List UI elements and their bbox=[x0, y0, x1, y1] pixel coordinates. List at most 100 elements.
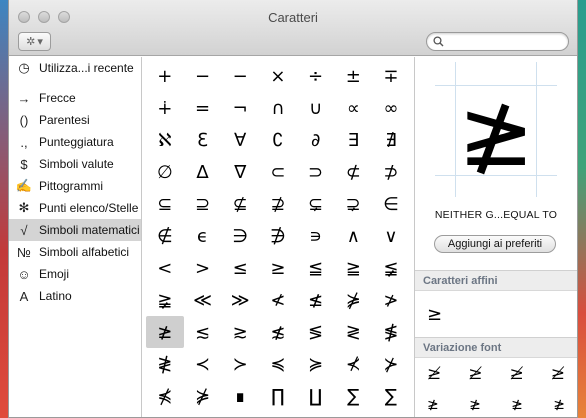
sidebar-item[interactable]: ✻ Punti elenco/Stelle bbox=[9, 197, 141, 219]
action-menu-button[interactable]: ✲ ▾ bbox=[18, 32, 51, 51]
sidebar-item[interactable]: ☺ Emoji bbox=[9, 263, 141, 285]
character-cell[interactable]: ⊈ bbox=[221, 188, 259, 220]
character-cell[interactable]: > bbox=[184, 252, 222, 284]
character-cell[interactable]: ∝ bbox=[334, 92, 372, 124]
character-cell[interactable]: ≨ bbox=[372, 252, 410, 284]
character-cell[interactable]: ∏ bbox=[259, 380, 297, 412]
character-cell[interactable]: ≲ bbox=[184, 316, 222, 348]
character-cell[interactable]: ≮ bbox=[259, 284, 297, 316]
character-cell[interactable]: ⋡ bbox=[184, 380, 222, 412]
character-cell[interactable]: = bbox=[184, 92, 222, 124]
character-cell[interactable]: − bbox=[221, 60, 259, 92]
character-cell[interactable]: ∨ bbox=[372, 220, 410, 252]
character-cell[interactable]: ∃ bbox=[334, 124, 372, 156]
character-cell[interactable]: ≧ bbox=[334, 252, 372, 284]
character-cell[interactable]: ⊉ bbox=[259, 188, 297, 220]
character-cell[interactable]: ≱ bbox=[146, 316, 184, 348]
sidebar-item[interactable]: √ Simboli matematici bbox=[9, 219, 141, 241]
character-cell[interactable]: ≼ bbox=[259, 348, 297, 380]
character-cell[interactable]: ≫ bbox=[221, 284, 259, 316]
related-character[interactable]: ≥ bbox=[427, 304, 442, 325]
character-cell[interactable]: ≻ bbox=[221, 348, 259, 380]
character-cell[interactable]: ∄ bbox=[372, 124, 410, 156]
character-cell[interactable]: ≽ bbox=[297, 348, 335, 380]
character-cell[interactable]: ⊃ bbox=[297, 156, 335, 188]
character-cell[interactable]: ∔ bbox=[146, 92, 184, 124]
character-cell[interactable]: ≯ bbox=[372, 284, 410, 316]
font-variation-glyph[interactable]: ≱ bbox=[510, 364, 524, 384]
sidebar-item[interactable]: → Frecce bbox=[9, 87, 141, 109]
character-cell[interactable]: ≷ bbox=[334, 316, 372, 348]
font-variation-glyph[interactable]: ≱ bbox=[551, 364, 565, 384]
character-cell[interactable]: ⊆ bbox=[146, 188, 184, 220]
character-cell[interactable]: ≹ bbox=[146, 348, 184, 380]
sidebar-item[interactable]: ., Punteggiatura bbox=[9, 131, 141, 153]
character-cell[interactable]: ∉ bbox=[146, 220, 184, 252]
character-cell[interactable]: − bbox=[184, 60, 222, 92]
sidebar-item[interactable]: № Simboli alfabetici bbox=[9, 241, 141, 263]
character-cell[interactable]: ∩ bbox=[259, 92, 297, 124]
font-variation-glyph[interactable]: ≱ bbox=[468, 364, 482, 384]
character-cell[interactable]: ≰ bbox=[297, 284, 335, 316]
character-cell[interactable]: ⋡ bbox=[334, 284, 372, 316]
character-cell[interactable]: ≺ bbox=[184, 348, 222, 380]
character-cell[interactable]: ≪ bbox=[184, 284, 222, 316]
font-variation-glyph[interactable]: ≱ bbox=[511, 397, 523, 413]
character-cell[interactable]: ∞ bbox=[372, 92, 410, 124]
character-cell[interactable]: ≩ bbox=[146, 284, 184, 316]
character-cell[interactable]: ℇ bbox=[184, 124, 222, 156]
character-cell[interactable]: ⊋ bbox=[334, 188, 372, 220]
character-cell[interactable]: ÷ bbox=[297, 60, 335, 92]
character-cell[interactable]: ∓ bbox=[372, 60, 410, 92]
character-cell[interactable]: ⊀ bbox=[334, 348, 372, 380]
character-cell[interactable]: × bbox=[259, 60, 297, 92]
sidebar-item[interactable]: () Parentesi bbox=[9, 109, 141, 131]
character-cell[interactable]: ∪ bbox=[297, 92, 335, 124]
font-variation-glyph[interactable]: ≱ bbox=[427, 397, 439, 413]
character-cell[interactable]: ∆ bbox=[184, 156, 222, 188]
character-cell[interactable]: ⊅ bbox=[372, 156, 410, 188]
character-cell[interactable]: ∅ bbox=[146, 156, 184, 188]
character-cell[interactable]: ∐ bbox=[297, 380, 335, 412]
character-cell[interactable]: ≤ bbox=[221, 252, 259, 284]
character-cell[interactable]: ∇ bbox=[221, 156, 259, 188]
character-cell[interactable]: ≳ bbox=[221, 316, 259, 348]
character-cell[interactable]: ∂ bbox=[297, 124, 335, 156]
sidebar-item[interactable]: ◷ Utilizza...i recente bbox=[9, 57, 141, 79]
character-cell[interactable]: ≥ bbox=[259, 252, 297, 284]
character-cell[interactable]: ∋ bbox=[221, 220, 259, 252]
character-cell[interactable]: ⋠ bbox=[146, 380, 184, 412]
character-cell[interactable]: ⊇ bbox=[184, 188, 222, 220]
font-variation-glyph[interactable]: ≱ bbox=[427, 364, 441, 384]
character-cell[interactable]: ⊁ bbox=[372, 348, 410, 380]
character-cell[interactable]: ∀ bbox=[221, 124, 259, 156]
character-cell[interactable]: ∧ bbox=[334, 220, 372, 252]
character-cell[interactable]: ⊄ bbox=[334, 156, 372, 188]
font-variation-glyph[interactable]: ≱ bbox=[469, 397, 481, 413]
character-cell[interactable]: ± bbox=[334, 60, 372, 92]
character-cell[interactable]: ∁ bbox=[259, 124, 297, 156]
sidebar-item[interactable]: $ Simboli valute bbox=[9, 153, 141, 175]
character-cell[interactable]: ∈ bbox=[372, 188, 410, 220]
character-cell[interactable]: ∑ bbox=[334, 380, 372, 412]
character-cell[interactable]: ℵ bbox=[146, 124, 184, 156]
character-cell[interactable]: ϵ bbox=[184, 220, 222, 252]
character-cell[interactable]: ⊊ bbox=[297, 188, 335, 220]
character-cell[interactable]: ∍ bbox=[297, 220, 335, 252]
character-cell[interactable]: ¬ bbox=[221, 92, 259, 124]
character-cell[interactable]: ∎ bbox=[221, 380, 259, 412]
character-cell[interactable]: ≦ bbox=[297, 252, 335, 284]
character-cell[interactable]: ≸ bbox=[372, 316, 410, 348]
font-variation-glyph[interactable]: ≱ bbox=[553, 397, 565, 413]
character-cell[interactable]: ≴ bbox=[259, 316, 297, 348]
sidebar-item[interactable]: ✍ Pittogrammi bbox=[9, 175, 141, 197]
sidebar-item[interactable]: A Latino bbox=[9, 285, 141, 307]
character-cell[interactable]: ∌ bbox=[259, 220, 297, 252]
search-input[interactable] bbox=[447, 35, 557, 48]
character-cell[interactable]: ≶ bbox=[297, 316, 335, 348]
character-cell[interactable]: ∑ bbox=[372, 380, 410, 412]
character-cell[interactable]: ⊂ bbox=[259, 156, 297, 188]
add-to-favorites-button[interactable]: Aggiungi ai preferiti bbox=[434, 235, 556, 253]
search-field[interactable] bbox=[426, 32, 569, 51]
character-cell[interactable]: < bbox=[146, 252, 184, 284]
